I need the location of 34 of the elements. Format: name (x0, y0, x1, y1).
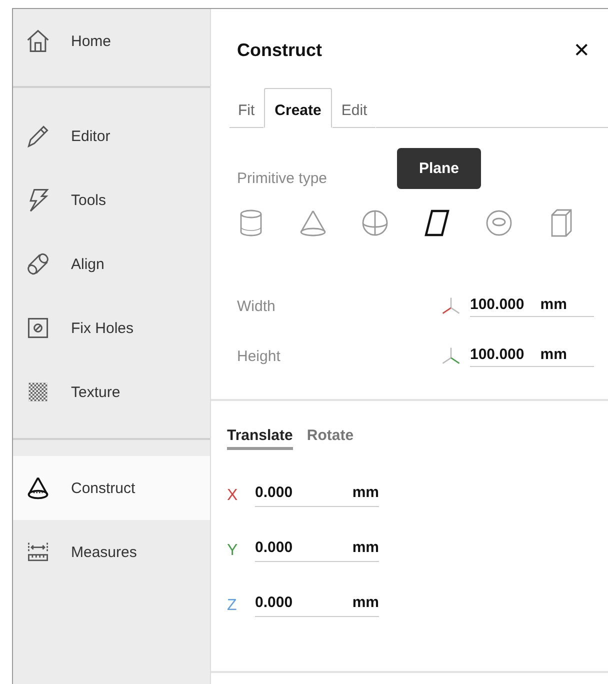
primitive-type-label: Primitive type (237, 170, 328, 187)
panel-title: Construct (237, 40, 322, 60)
sidebar-item[interactable]: Construct (13, 456, 210, 520)
field-label: Width (237, 298, 276, 314)
axis-label: Z (227, 596, 238, 614)
cylinder-icon (25, 251, 51, 277)
input-field[interactable]: 0.000 mm (255, 594, 379, 617)
sidebar-item[interactable]: Tools (13, 168, 210, 232)
sidebar-item[interactable]: Texture (13, 360, 210, 424)
tab[interactable]: Rotate (306, 427, 354, 450)
close-button[interactable]: ✕ (569, 38, 594, 62)
field-label: Height (237, 348, 282, 364)
sidebar-item[interactable]: Measures (13, 520, 210, 584)
input-field[interactable]: 100.000 mm (470, 346, 594, 366)
axis-icon (440, 295, 462, 317)
input-field[interactable]: 100.000 mm (470, 296, 594, 316)
input-field[interactable]: 0.000 mm (255, 484, 379, 507)
axis-icon (440, 345, 462, 367)
axis-label: X (227, 486, 239, 504)
sidebar-item[interactable]: Home (13, 9, 210, 73)
cone-icon (25, 475, 51, 501)
tab[interactable]: Fit (229, 92, 264, 128)
house-icon (25, 28, 51, 54)
axis-label: Y (227, 542, 239, 560)
tab[interactable]: Create (264, 88, 332, 128)
tab[interactable]: Edit (332, 92, 376, 128)
pencil-icon (25, 123, 51, 149)
input-field[interactable]: 0.000 mm (255, 539, 379, 562)
tooltip: Plane (397, 148, 482, 189)
tab[interactable]: Translate (227, 427, 293, 450)
sidebar-item[interactable]: Fix Holes (13, 296, 210, 360)
sidebar-item[interactable]: Editor (13, 104, 210, 168)
sidebar-item[interactable]: Align (13, 232, 210, 296)
hole-icon (25, 315, 51, 341)
